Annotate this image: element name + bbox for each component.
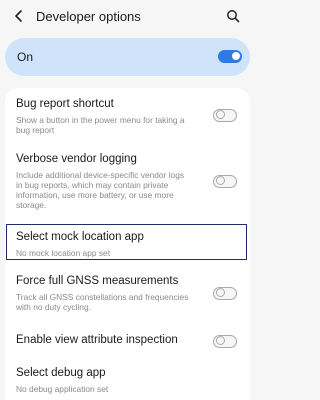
back-button[interactable] (10, 7, 28, 25)
switch-knob (215, 110, 225, 119)
bug-report-shortcut-switch[interactable] (213, 109, 237, 122)
setting-subtitle: No debug application set (16, 384, 204, 394)
focus-highlight (6, 224, 247, 260)
switch-knob (215, 336, 225, 345)
setting-subtitle-line: bug report (16, 125, 55, 135)
setting-subtitle-line: in bug reports, which may contain privat… (16, 180, 169, 190)
setting-subtitle: Track all GNSS constellations and freque… (16, 292, 204, 312)
switch-knob (215, 288, 225, 297)
switch-knob (215, 176, 225, 185)
switch-knob (231, 52, 240, 60)
setting-title: Force full GNSS measurements (16, 275, 179, 287)
setting-bug-report-shortcut[interactable]: Bug report shortcut Show a button in the… (5, 88, 250, 146)
setting-title: Verbose vendor logging (16, 153, 137, 165)
setting-title: Select debug app (16, 367, 106, 379)
search-icon (227, 10, 240, 23)
master-toggle-label: On (17, 50, 34, 64)
page-title: Developer options (36, 9, 141, 24)
setting-subtitle: Include additional device-specific vendo… (16, 170, 204, 210)
setting-subtitle-line: Show a button in the power menu for taki… (16, 115, 185, 125)
setting-subtitle-line: Track all GNSS constellations and freque… (16, 292, 189, 302)
setting-select-debug-app[interactable]: Select debug app No debug application se… (5, 358, 250, 400)
setting-title: Enable view attribute inspection (16, 334, 178, 346)
search-button[interactable] (224, 7, 242, 25)
setting-subtitle-line: No debug application set (16, 384, 109, 394)
setting-enable-view-attribute-inspection[interactable]: Enable view attribute inspection (5, 326, 250, 358)
setting-title: Bug report shortcut (16, 98, 114, 110)
force-full-gnss-switch[interactable] (213, 287, 237, 300)
developer-options-master-toggle[interactable]: On (5, 38, 250, 76)
app-bar: Developer options (0, 0, 254, 32)
back-arrow-icon (15, 10, 22, 22)
verbose-vendor-logging-switch[interactable] (213, 175, 237, 188)
setting-subtitle: Show a button in the power menu for taki… (16, 115, 204, 135)
setting-force-full-gnss-measurements[interactable]: Force full GNSS measurements Track all G… (5, 268, 250, 326)
setting-subtitle-line: information, use more battery, or use mo… (16, 190, 174, 200)
setting-verbose-vendor-logging[interactable]: Verbose vendor logging Include additiona… (5, 146, 250, 224)
master-switch[interactable] (218, 50, 242, 63)
view-attribute-inspection-switch[interactable] (213, 335, 237, 348)
setting-subtitle-line: storage. (16, 200, 47, 210)
setting-subtitle-line: Include additional device-specific vendo… (16, 170, 185, 180)
setting-subtitle-line: with no duty cycling. (16, 302, 91, 312)
